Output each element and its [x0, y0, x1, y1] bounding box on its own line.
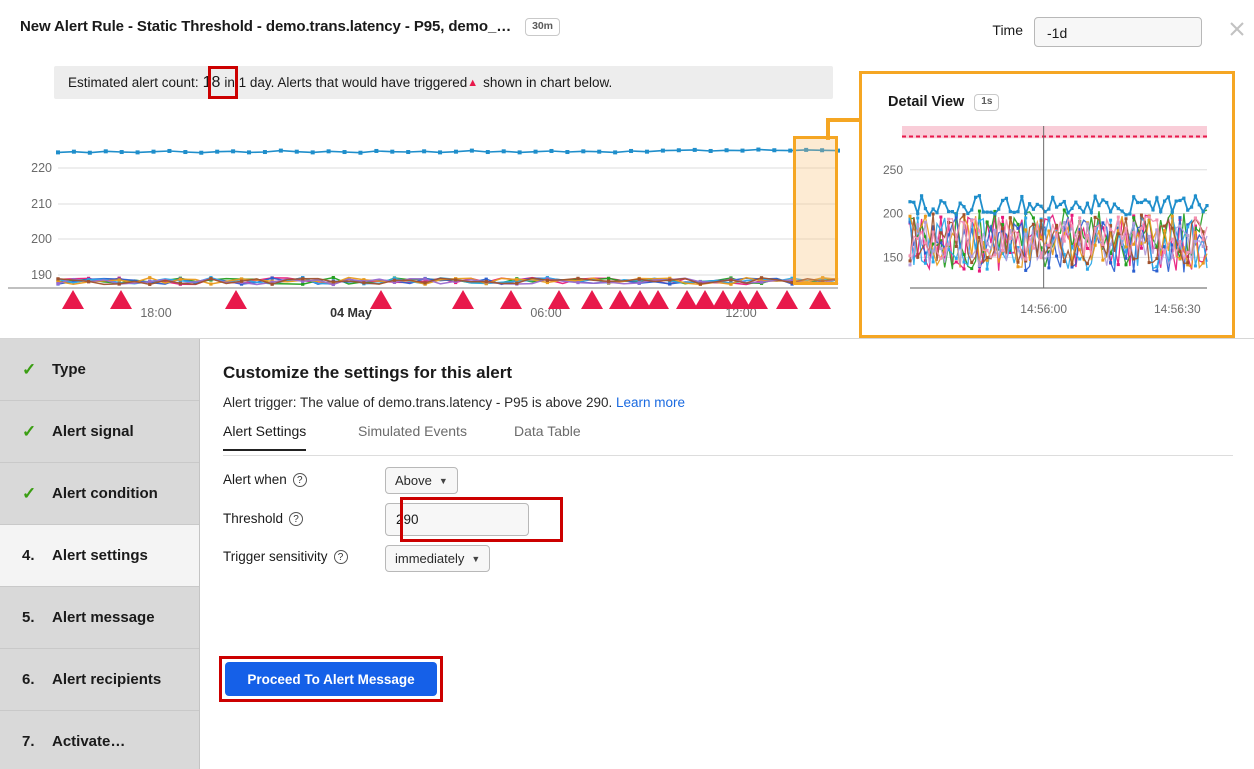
sidebar-item-type[interactable]: ✓ Type: [0, 339, 199, 401]
alert-marker-triangle-icon: [225, 290, 247, 309]
chevron-down-icon: ▼: [471, 553, 481, 564]
svg-text:200: 200: [883, 207, 903, 221]
alert-marker-triangle-icon: [676, 290, 698, 309]
alert-marker-triangle-icon: [629, 290, 651, 309]
trigger-sensitivity-help-icon[interactable]: ?: [333, 549, 348, 564]
svg-text:220: 220: [31, 161, 52, 175]
alert-when-value: Above: [395, 473, 432, 488]
estimate-middle: in 1 day. Alerts that would have trigger…: [224, 75, 468, 90]
tab-alert-settings[interactable]: Alert Settings: [223, 423, 307, 451]
main-timeseries-chart[interactable]: 220 210 200 190 18:00 04 May 06:00 12:00: [0, 110, 858, 340]
sidebar-item-activate[interactable]: 7. Activate…: [0, 711, 199, 769]
alert-marker-triangle-icon: [500, 290, 522, 309]
close-icon[interactable]: [1228, 20, 1246, 38]
trigger-sensitivity-select[interactable]: immediately ▼: [385, 545, 491, 572]
time-range-input[interactable]: -1d: [1034, 17, 1202, 47]
detail-view-title-text: Detail View: [888, 94, 965, 110]
wizard-content: Customize the settings for this alert Al…: [200, 339, 1254, 769]
trigger-sensitivity-row: Trigger sensitivity ?: [223, 549, 348, 564]
chevron-down-icon: ▼: [438, 475, 448, 486]
tab-simulated-events[interactable]: Simulated Events: [358, 423, 467, 449]
alert-marker-triangle-icon: [452, 290, 474, 309]
svg-text:250: 250: [883, 163, 903, 177]
detail-resolution-badge: 1s: [974, 94, 1000, 111]
sidebar-item-alert-condition[interactable]: ✓ Alert condition: [0, 463, 199, 525]
threshold-input[interactable]: 290: [385, 503, 529, 536]
wizard-sidebar: ✓ Type ✓ Alert signal ✓ Alert condition 4. Aler…: [0, 339, 200, 769]
estimate-count: 18: [202, 73, 221, 91]
sidebar-item-label: Alert message: [52, 609, 155, 626]
alert-marker-triangle-icon: [370, 290, 392, 309]
content-title: Customize the settings for this alert: [223, 363, 513, 382]
detail-view-panel: Detail View 1s 150 200 250 14:56:00 14:56:30: [859, 71, 1235, 338]
check-icon: ✓: [22, 359, 37, 379]
estimate-suffix: shown in chart below.: [483, 75, 613, 90]
alert-marker-triangle-icon: [647, 290, 669, 309]
step-number: 5.: [22, 609, 35, 626]
resolution-badge: 30m: [525, 18, 560, 36]
alert-trigger-text: Alert trigger: The value of demo.trans.l…: [223, 395, 613, 410]
alert-marker-triangle-icon: [62, 290, 84, 309]
sidebar-item-alert-settings[interactable]: 4. Alert settings: [0, 525, 199, 587]
chart-selection-region[interactable]: [793, 136, 838, 285]
page-title: New Alert Rule - Static Threshold - demo…: [20, 18, 560, 36]
sidebar-item-label: Alert condition: [52, 485, 158, 502]
alert-marker-triangle-icon: [609, 290, 631, 309]
alert-marker-triangle-icon: [776, 290, 798, 309]
tab-bar: Alert Settings Simulated Events Data Table: [223, 423, 1233, 456]
step-number: 6.: [22, 671, 35, 688]
learn-more-link[interactable]: Learn more: [616, 395, 685, 410]
trigger-sensitivity-label: Trigger sensitivity: [223, 549, 328, 564]
main-chart-canvas[interactable]: 22021020019018:00 04 May 06:00 12:00: [0, 110, 858, 340]
alert-triangle-icon: ▲: [467, 76, 479, 89]
svg-text:04 May: 04 May: [330, 306, 372, 320]
alert-when-label: Alert when: [223, 472, 287, 487]
alert-marker-triangle-icon: [581, 290, 603, 309]
svg-text:18:00: 18:00: [140, 306, 171, 320]
alert-when-row: Alert when ?: [223, 472, 307, 487]
proceed-to-alert-message-button[interactable]: Proceed To Alert Message: [225, 662, 437, 696]
threshold-help-icon[interactable]: ?: [289, 511, 304, 526]
step-number: 4.: [22, 547, 35, 564]
time-label: Time: [992, 22, 1023, 38]
wizard-section: ✓ Type ✓ Alert signal ✓ Alert condition 4. Aler…: [0, 338, 1254, 769]
svg-text:14:56:30: 14:56:30: [1154, 302, 1201, 316]
sidebar-item-alert-message[interactable]: 5. Alert message: [0, 587, 199, 649]
svg-text:200: 200: [31, 232, 52, 246]
sidebar-item-label: Activate…: [52, 733, 126, 750]
detail-chart-canvas[interactable]: 150 200 250 14:56:00 14:56:30: [862, 120, 1232, 335]
alert-when-select[interactable]: Above ▼: [385, 467, 458, 494]
check-icon: ✓: [22, 421, 37, 441]
sidebar-item-label: Alert signal: [52, 423, 134, 440]
svg-text:150: 150: [883, 250, 903, 264]
alert-marker-triangle-icon: [110, 290, 132, 309]
content-subtitle: Alert trigger: The value of demo.trans.l…: [223, 395, 685, 410]
sidebar-item-label: Alert settings: [52, 547, 148, 564]
page-title-text: New Alert Rule - Static Threshold - demo…: [20, 18, 512, 35]
svg-text:14:56:00: 14:56:00: [1020, 302, 1067, 316]
estimate-prefix: Estimated alert count:: [68, 75, 199, 90]
trigger-sensitivity-value: immediately: [395, 551, 465, 566]
threshold-label: Threshold: [223, 511, 284, 526]
alert-marker-triangle-icon: [809, 290, 831, 309]
estimated-alert-count-banner: Estimated alert count: 18 in 1 day. Aler…: [54, 66, 833, 99]
sidebar-item-label: Type: [52, 361, 86, 378]
alert-when-help-icon[interactable]: ?: [292, 472, 307, 487]
svg-text:190: 190: [31, 268, 52, 282]
threshold-row: Threshold ?: [223, 511, 304, 526]
alert-marker-triangle-icon: [694, 290, 716, 309]
sidebar-item-alert-signal[interactable]: ✓ Alert signal: [0, 401, 199, 463]
sidebar-item-alert-recipients[interactable]: 6. Alert recipients: [0, 649, 199, 711]
alert-marker-triangle-icon: [548, 290, 570, 309]
svg-text:210: 210: [31, 197, 52, 211]
check-icon: ✓: [22, 483, 37, 503]
detail-view-title: Detail View 1s: [888, 94, 1000, 111]
tab-data-table[interactable]: Data Table: [514, 423, 581, 449]
step-number: 7.: [22, 733, 35, 750]
alert-marker-triangle-icon: [746, 290, 768, 309]
sidebar-item-label: Alert recipients: [52, 671, 162, 688]
